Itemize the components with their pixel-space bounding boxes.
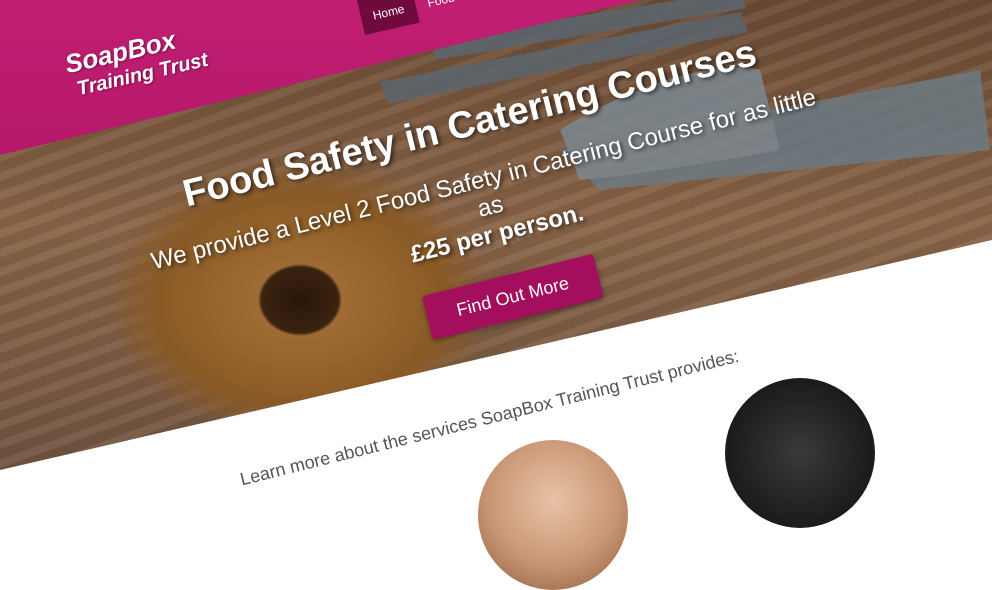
service-image-laptop[interactable] bbox=[725, 378, 875, 528]
service-image-person[interactable] bbox=[478, 440, 628, 590]
